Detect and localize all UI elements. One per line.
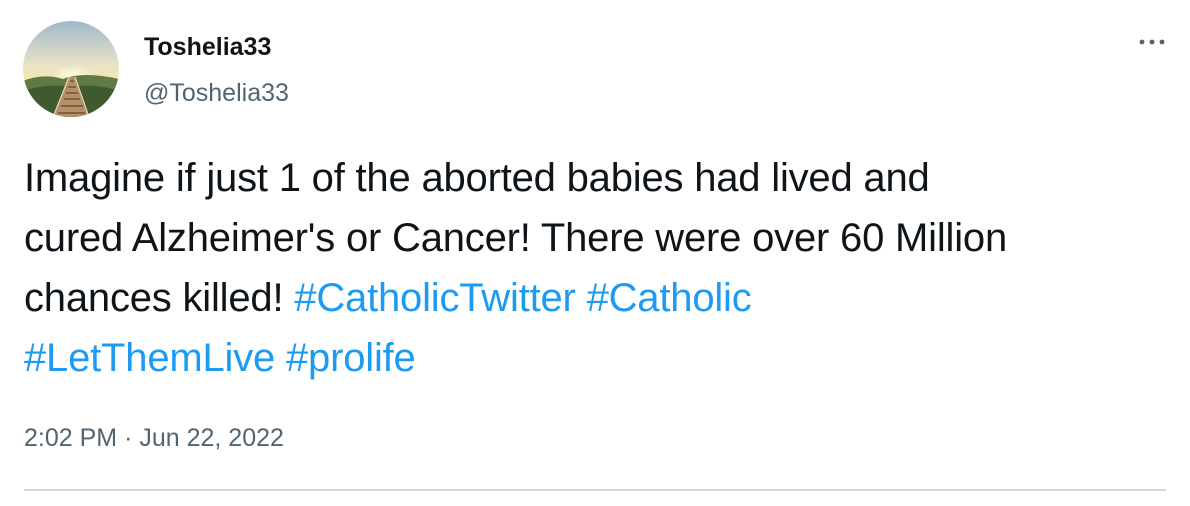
hashtag-catholictwitter[interactable]: #CatholicTwitter [294,276,576,320]
author-block: Toshelia33 @Toshelia33 [144,30,289,110]
display-name[interactable]: Toshelia33 [144,30,289,64]
tweet-date[interactable]: Jun 22, 2022 [139,424,284,452]
boardwalk-sunrise-avatar-icon [23,21,119,117]
timestamp-separator: · [124,424,133,452]
more-options-button[interactable] [1134,26,1170,58]
tweet-text-line: cured Alzheimer's or Cancer! There were … [24,216,1007,260]
tweet-text-line: chances killed! [24,276,284,320]
tweet-time[interactable]: 2:02 PM [24,424,117,452]
user-handle[interactable]: @Toshelia33 [144,76,289,110]
hashtag-prolife[interactable]: #prolife [286,336,416,380]
hashtag-letthemlive[interactable]: #LetThemLive [24,336,275,380]
tweet-text-line: Imagine if just 1 of the aborted babies … [24,156,930,200]
avatar[interactable] [23,21,119,117]
tweet-text: Imagine if just 1 of the aborted babies … [24,148,1169,388]
tweet-timestamp: 2:02 PM · Jun 22, 2022 [24,420,284,456]
more-horizontal-icon [1139,39,1165,45]
hashtag-catholic[interactable]: #Catholic [587,276,752,320]
tweet: Toshelia33 @Toshelia33 Imagine if just 1… [0,0,1190,506]
divider [24,489,1166,491]
